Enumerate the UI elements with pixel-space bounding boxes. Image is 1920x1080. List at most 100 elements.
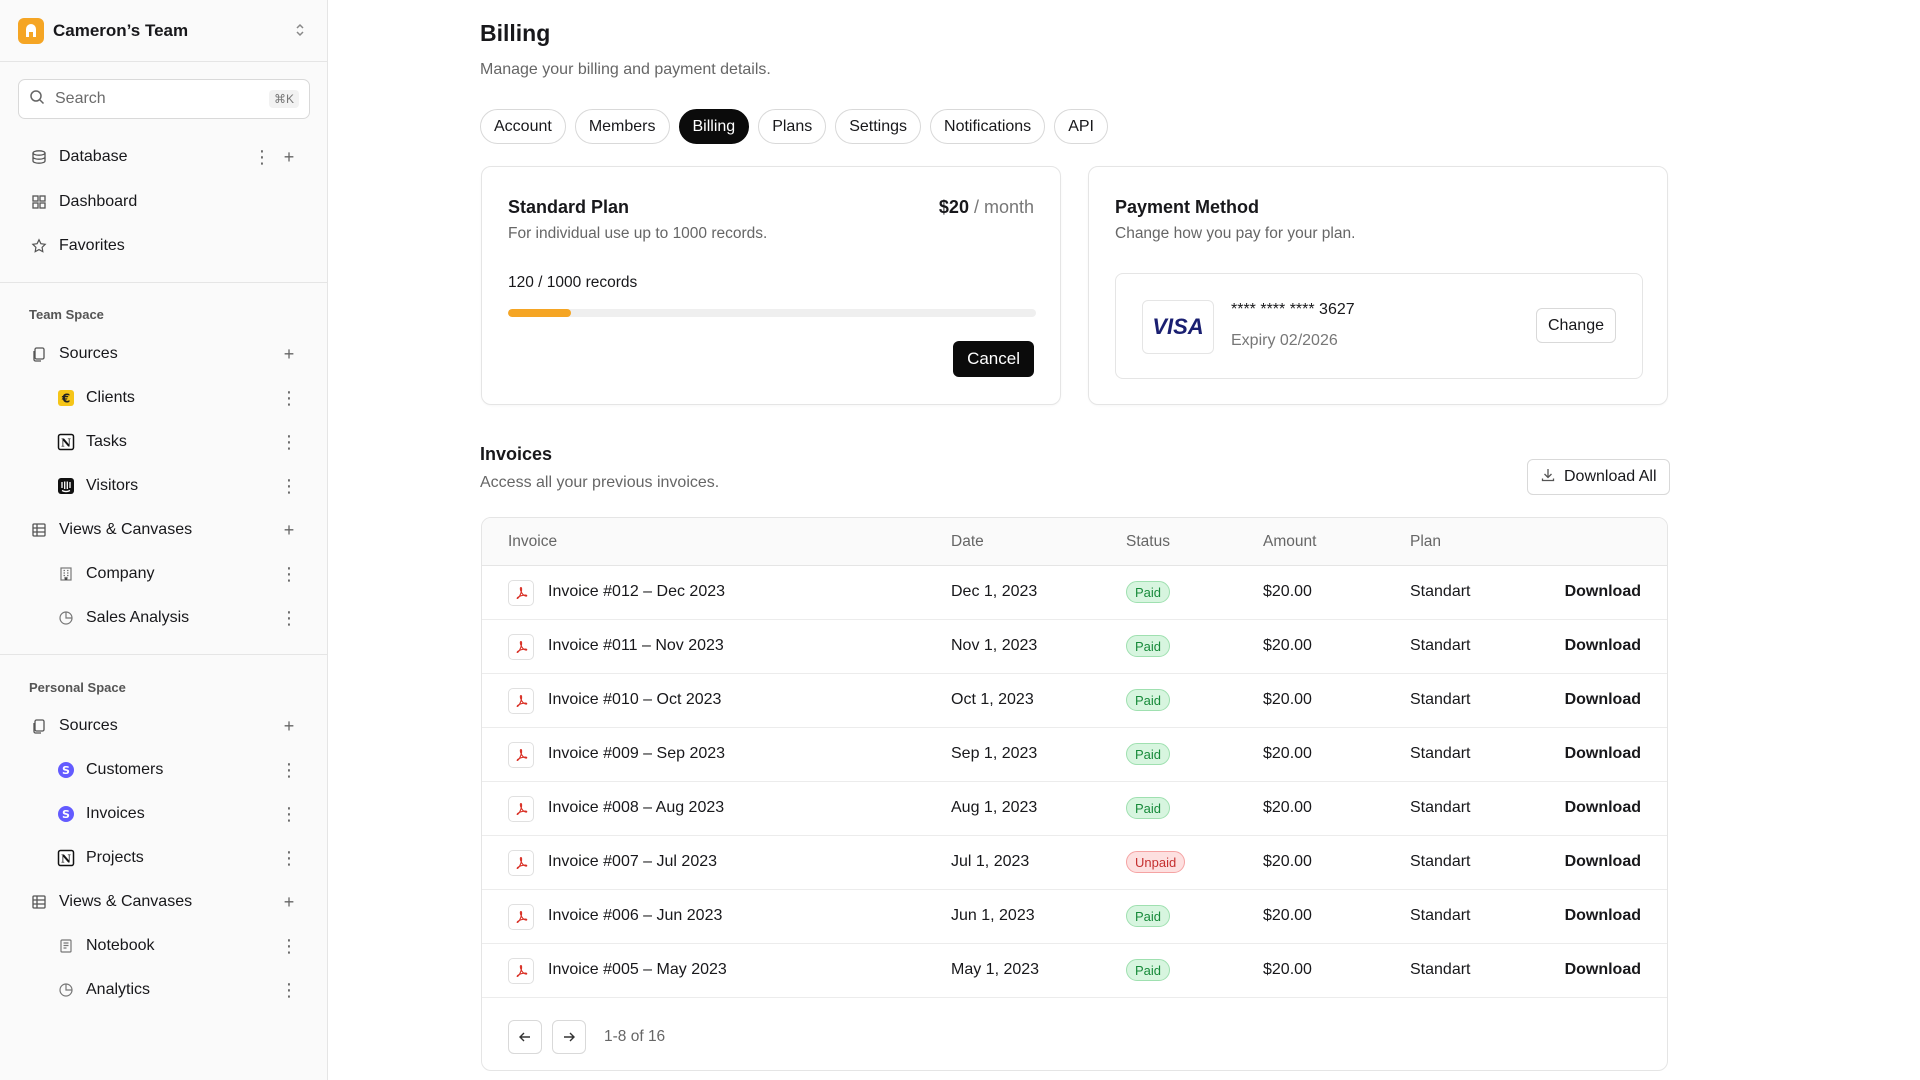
payment-method-card: Payment Method Change how you pay for yo… — [1088, 166, 1668, 405]
sidebar-item-company[interactable]: Company — [57, 558, 154, 590]
sidebar-item-projects[interactable]: N Projects — [57, 842, 144, 874]
invoice-name: Invoice #010 – Oct 2023 — [548, 691, 722, 708]
table-row: Invoice #005 – May 2023 May 1, 2023 Paid $2… — [482, 944, 1667, 998]
sidebar-item-personal-views[interactable]: Views & Canvases — [30, 886, 192, 918]
invoice-amount: $20.00 — [1263, 961, 1312, 978]
invoice-plan: Standart — [1410, 853, 1471, 870]
invoice-name: Invoice #011 – Nov 2023 — [548, 637, 724, 654]
download-all-button[interactable]: Download All — [1527, 459, 1670, 495]
download-invoice-link[interactable]: Download — [1565, 691, 1641, 709]
pdf-file-icon — [508, 958, 534, 984]
status-badge: Paid — [1126, 959, 1171, 981]
tab-notifications[interactable]: Notifications — [930, 109, 1046, 144]
card-number: **** **** **** 3627 — [1231, 301, 1355, 318]
pdf-file-icon — [508, 688, 534, 714]
plus-icon[interactable]: + — [279, 714, 299, 738]
invoice-name: Invoice #012 – Dec 2023 — [548, 583, 726, 600]
sidebar-item-label: Notebook — [86, 937, 155, 954]
more-vertical-icon[interactable]: ⋮ — [279, 562, 299, 586]
sidebar-item-label: Database — [59, 148, 128, 165]
invoice-date: Sep 1, 2023 — [951, 745, 1038, 762]
tab-plans[interactable]: Plans — [758, 109, 827, 144]
download-invoice-link[interactable]: Download — [1565, 745, 1641, 763]
team-logo-icon — [18, 18, 44, 44]
plan-card: Standard Plan $20 / month For individual… — [481, 166, 1061, 405]
sidebar-item-invoices[interactable]: S Invoices — [57, 798, 145, 830]
records-usage: 120 / 1000 records — [508, 274, 638, 291]
sidebar-item-visitors[interactable]: Visitors — [57, 470, 138, 502]
tab-account[interactable]: Account — [480, 109, 566, 144]
cancel-plan-button[interactable]: Cancel — [953, 341, 1034, 377]
plus-icon[interactable]: + — [279, 145, 299, 169]
more-vertical-icon[interactable]: ⋮ — [279, 846, 299, 870]
sidebar-item-label: Clients — [86, 389, 135, 406]
stripe-icon: S — [57, 805, 75, 823]
pdf-file-icon — [508, 742, 534, 768]
sidebar-item-dashboard[interactable]: Dashboard — [30, 186, 137, 218]
sidebar-item-sales-analysis[interactable]: Sales Analysis — [57, 602, 189, 634]
star-icon — [30, 237, 48, 255]
more-vertical-icon[interactable]: ⋮ — [279, 758, 299, 782]
more-vertical-icon[interactable]: ⋮ — [279, 978, 299, 1002]
sidebar-item-notebook[interactable]: Notebook — [57, 930, 155, 962]
invoice-amount: $20.00 — [1263, 745, 1312, 762]
sidebar-item-personal-sources[interactable]: Sources — [30, 710, 118, 742]
next-page-button[interactable] — [552, 1020, 586, 1054]
invoice-date: Nov 1, 2023 — [951, 637, 1038, 654]
svg-text:€: € — [61, 392, 70, 406]
team-switcher[interactable]: Cameron’s Team — [18, 17, 310, 45]
plus-icon[interactable]: + — [279, 890, 299, 914]
invoice-plan: Standart — [1410, 583, 1471, 600]
status-badge: Paid — [1126, 581, 1171, 603]
tab-members[interactable]: Members — [574, 109, 670, 144]
sidebar-item-label: Favorites — [59, 237, 125, 254]
sidebar-item-database[interactable]: Database — [30, 141, 128, 173]
tab-api[interactable]: API — [1054, 109, 1108, 144]
sidebar-item-customers[interactable]: S Customers — [57, 754, 163, 786]
tab-settings[interactable]: Settings — [835, 109, 922, 144]
sidebar-item-favorites[interactable]: Favorites — [30, 230, 125, 262]
dashboard-icon — [30, 193, 48, 211]
sidebar-item-tasks[interactable]: N Tasks — [57, 426, 127, 458]
page-title: Billing — [480, 20, 551, 46]
sidebar-item-clients[interactable]: € Clients — [57, 382, 135, 414]
search-placeholder: Search — [55, 90, 106, 107]
search-input[interactable]: Search ⌘K — [18, 79, 310, 119]
more-vertical-icon[interactable]: ⋮ — [279, 430, 299, 454]
change-payment-button[interactable]: Change — [1535, 308, 1616, 343]
more-vertical-icon[interactable]: ⋮ — [279, 934, 299, 958]
more-vertical-icon[interactable]: ⋮ — [279, 606, 299, 630]
table-icon — [30, 521, 48, 539]
status-badge: Paid — [1126, 689, 1171, 711]
invoice-plan: Standart — [1410, 799, 1471, 816]
more-vertical-icon[interactable]: ⋮ — [279, 474, 299, 498]
svg-text:S: S — [62, 764, 70, 777]
more-vertical-icon[interactable]: ⋮ — [279, 386, 299, 410]
status-badge: Paid — [1126, 905, 1171, 927]
table-row: Invoice #011 – Nov 2023 Nov 1, 2023 Paid $2… — [482, 620, 1667, 674]
tab-billing[interactable]: Billing — [678, 109, 750, 144]
more-vertical-icon[interactable]: ⋮ — [279, 802, 299, 826]
table-row: Invoice #006 – Jun 2023 Jun 1, 2023 Paid $2… — [482, 890, 1667, 944]
previous-page-button[interactable] — [508, 1020, 542, 1054]
download-invoice-link[interactable]: Download — [1565, 637, 1641, 655]
pdf-file-icon — [508, 796, 534, 822]
download-invoice-link[interactable]: Download — [1565, 583, 1641, 601]
sidebar-item-label: Analytics — [86, 981, 151, 998]
sidebar-item-label: Visitors — [86, 477, 139, 494]
sidebar-item-team-sources[interactable]: Sources — [30, 338, 118, 370]
chevron-up-down-icon[interactable] — [290, 22, 310, 41]
more-vertical-icon[interactable]: ⋮ — [252, 145, 272, 169]
download-invoice-link[interactable]: Download — [1565, 799, 1641, 817]
download-invoice-link[interactable]: Download — [1565, 853, 1641, 871]
plus-icon[interactable]: + — [279, 342, 299, 366]
saved-card: VISA **** **** **** 3627 Expiry 02/2026 … — [1115, 273, 1643, 379]
invoices-table: Invoice Date Status Amount Plan Invoice … — [481, 517, 1668, 1071]
status-badge: Unpaid — [1126, 851, 1186, 873]
sidebar-item-team-views[interactable]: Views & Canvases — [30, 514, 192, 546]
download-invoice-link[interactable]: Download — [1565, 907, 1641, 925]
sidebar-item-analytics[interactable]: Analytics — [57, 974, 150, 1006]
download-invoice-link[interactable]: Download — [1565, 961, 1641, 979]
pagination: 1-8 of 16 — [508, 1020, 665, 1054]
plus-icon[interactable]: + — [279, 518, 299, 542]
